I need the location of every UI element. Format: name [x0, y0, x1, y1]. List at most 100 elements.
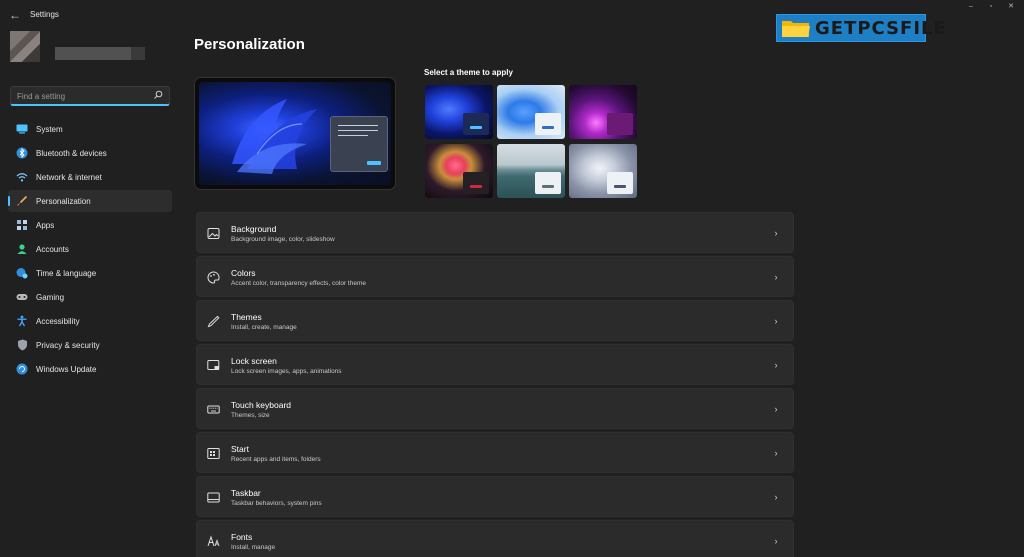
setting-row-taskbar[interactable]: Taskbar Taskbar behaviors, system pins ›: [196, 476, 794, 517]
sidebar-item-gaming[interactable]: Gaming: [8, 286, 172, 308]
start-icon: [207, 447, 220, 460]
setting-row-subtitle: Background image, color, slideshow: [231, 236, 335, 243]
apps-icon: [16, 219, 28, 231]
avatar[interactable]: [10, 31, 40, 62]
sidebar-item-bluetooth-devices[interactable]: Bluetooth & devices: [8, 142, 172, 164]
back-button[interactable]: ←: [8, 8, 22, 22]
search-icon[interactable]: [153, 90, 163, 100]
bluetooth-icon: [16, 147, 28, 159]
pen-icon: [207, 315, 220, 328]
setting-row-colors[interactable]: Colors Accent color, transparency effect…: [196, 256, 794, 297]
person-icon: [16, 243, 28, 255]
setting-row-title: Taskbar: [231, 488, 261, 498]
setting-row-title: Lock screen: [231, 356, 277, 366]
accessibility-icon: [16, 315, 28, 327]
chevron-right-icon: ›: [774, 228, 778, 238]
setting-row-touch-keyboard[interactable]: Touch keyboard Themes, size ›: [196, 388, 794, 429]
sidebar-item-label: Bluetooth & devices: [36, 148, 107, 158]
preview-window: [330, 116, 388, 172]
preview-line: [338, 135, 368, 136]
theme-badge: [463, 172, 489, 194]
minimize-button[interactable]: –: [964, 2, 978, 12]
search-input[interactable]: [17, 90, 147, 103]
setting-row-title: Touch keyboard: [231, 400, 292, 410]
keyboard-icon: [207, 403, 220, 416]
sidebar-item-label: Apps: [36, 220, 55, 230]
theme-tile[interactable]: [497, 144, 565, 198]
theme-preview: [194, 77, 396, 190]
display-icon: [16, 123, 28, 135]
setting-row-subtitle: Install, manage: [231, 544, 276, 551]
sidebar-item-label: Network & internet: [36, 172, 102, 182]
sidebar-item-personalization[interactable]: Personalization: [8, 190, 172, 212]
setting-row-subtitle: Install, create, manage: [231, 324, 297, 331]
lock-screen-icon: [207, 359, 220, 372]
palette-icon: [207, 271, 220, 284]
setting-row-title: Background: [231, 224, 277, 234]
setting-row-subtitle: Themes, size: [231, 412, 270, 419]
theme-tile[interactable]: [425, 85, 493, 139]
setting-row-background[interactable]: Background Background image, color, slid…: [196, 212, 794, 253]
theme-badge: [535, 113, 561, 135]
profile-email-blurred: [131, 47, 145, 60]
theme-badge: [463, 113, 489, 135]
window-controls: – ▫ ✕: [964, 2, 1018, 12]
theme-tile[interactable]: [569, 85, 637, 139]
sidebar-nav: System Bluetooth & devices Network & int…: [8, 118, 172, 382]
maximize-button[interactable]: ▫: [984, 2, 998, 12]
setting-row-start[interactable]: Start Recent apps and items, folders ›: [196, 432, 794, 473]
fonts-icon: [207, 535, 220, 548]
theme-tile[interactable]: [497, 85, 565, 139]
page-title: Personalization: [194, 36, 305, 53]
sidebar-item-label: Gaming: [36, 292, 65, 302]
image-icon: [207, 227, 220, 240]
chevron-right-icon: ›: [774, 272, 778, 282]
setting-row-subtitle: Accent color, transparency effects, colo…: [231, 280, 367, 287]
chevron-right-icon: ›: [774, 536, 778, 546]
sidebar-item-label: Time & language: [36, 268, 97, 278]
sidebar-item-time-language[interactable]: Time & language: [8, 262, 172, 284]
sidebar-item-accessibility[interactable]: Accessibility: [8, 310, 172, 332]
sidebar-item-label: Windows Update: [36, 364, 97, 374]
sidebar-item-privacy-security[interactable]: Privacy & security: [8, 334, 172, 356]
sidebar-item-apps[interactable]: Apps: [8, 214, 172, 236]
sidebar-item-network-internet[interactable]: Network & internet: [8, 166, 172, 188]
sidebar-item-label: Accounts: [36, 244, 69, 254]
setting-row-subtitle: Lock screen images, apps, animations: [231, 368, 342, 375]
watermark-logo: GETPCSFILE: [776, 14, 946, 42]
chevron-right-icon: ›: [774, 404, 778, 414]
folder-icon: [781, 18, 811, 38]
setting-row-subtitle: Taskbar behaviors, system pins: [231, 500, 322, 507]
wifi-icon: [16, 171, 28, 183]
settings-list: Background Background image, color, slid…: [196, 212, 794, 557]
close-button[interactable]: ✕: [1004, 2, 1018, 12]
theme-badge: [607, 113, 633, 135]
theme-tile[interactable]: [425, 144, 493, 198]
taskbar-icon: [207, 491, 220, 504]
preview-line: [338, 125, 378, 126]
sidebar-item-system[interactable]: System: [8, 118, 172, 140]
setting-row-title: Colors: [231, 268, 256, 278]
search-box[interactable]: [10, 86, 170, 106]
setting-row-themes[interactable]: Themes Install, create, manage ›: [196, 300, 794, 341]
theme-badge: [535, 172, 561, 194]
sidebar-item-accounts[interactable]: Accounts: [8, 238, 172, 260]
app-title: Settings: [30, 10, 59, 19]
theme-tile[interactable]: [569, 144, 637, 198]
chevron-right-icon: ›: [774, 316, 778, 326]
chevron-right-icon: ›: [774, 360, 778, 370]
sidebar-item-label: System: [36, 124, 63, 134]
chevron-right-icon: ›: [774, 448, 778, 458]
brush-icon: [16, 195, 28, 207]
chevron-right-icon: ›: [774, 492, 778, 502]
sidebar-item-windows-update[interactable]: Windows Update: [8, 358, 172, 380]
bloom-graphic: [232, 99, 317, 174]
sidebar-item-label: Personalization: [36, 196, 91, 206]
logo-text: GETPCSFILE: [815, 17, 947, 39]
setting-row-title: Fonts: [231, 532, 253, 542]
setting-row-fonts[interactable]: Fonts Install, manage ›: [196, 520, 794, 557]
theme-badge: [607, 172, 633, 194]
setting-row-title: Start: [231, 444, 249, 454]
globe-clock-icon: [16, 267, 28, 279]
setting-row-lock-screen[interactable]: Lock screen Lock screen images, apps, an…: [196, 344, 794, 385]
